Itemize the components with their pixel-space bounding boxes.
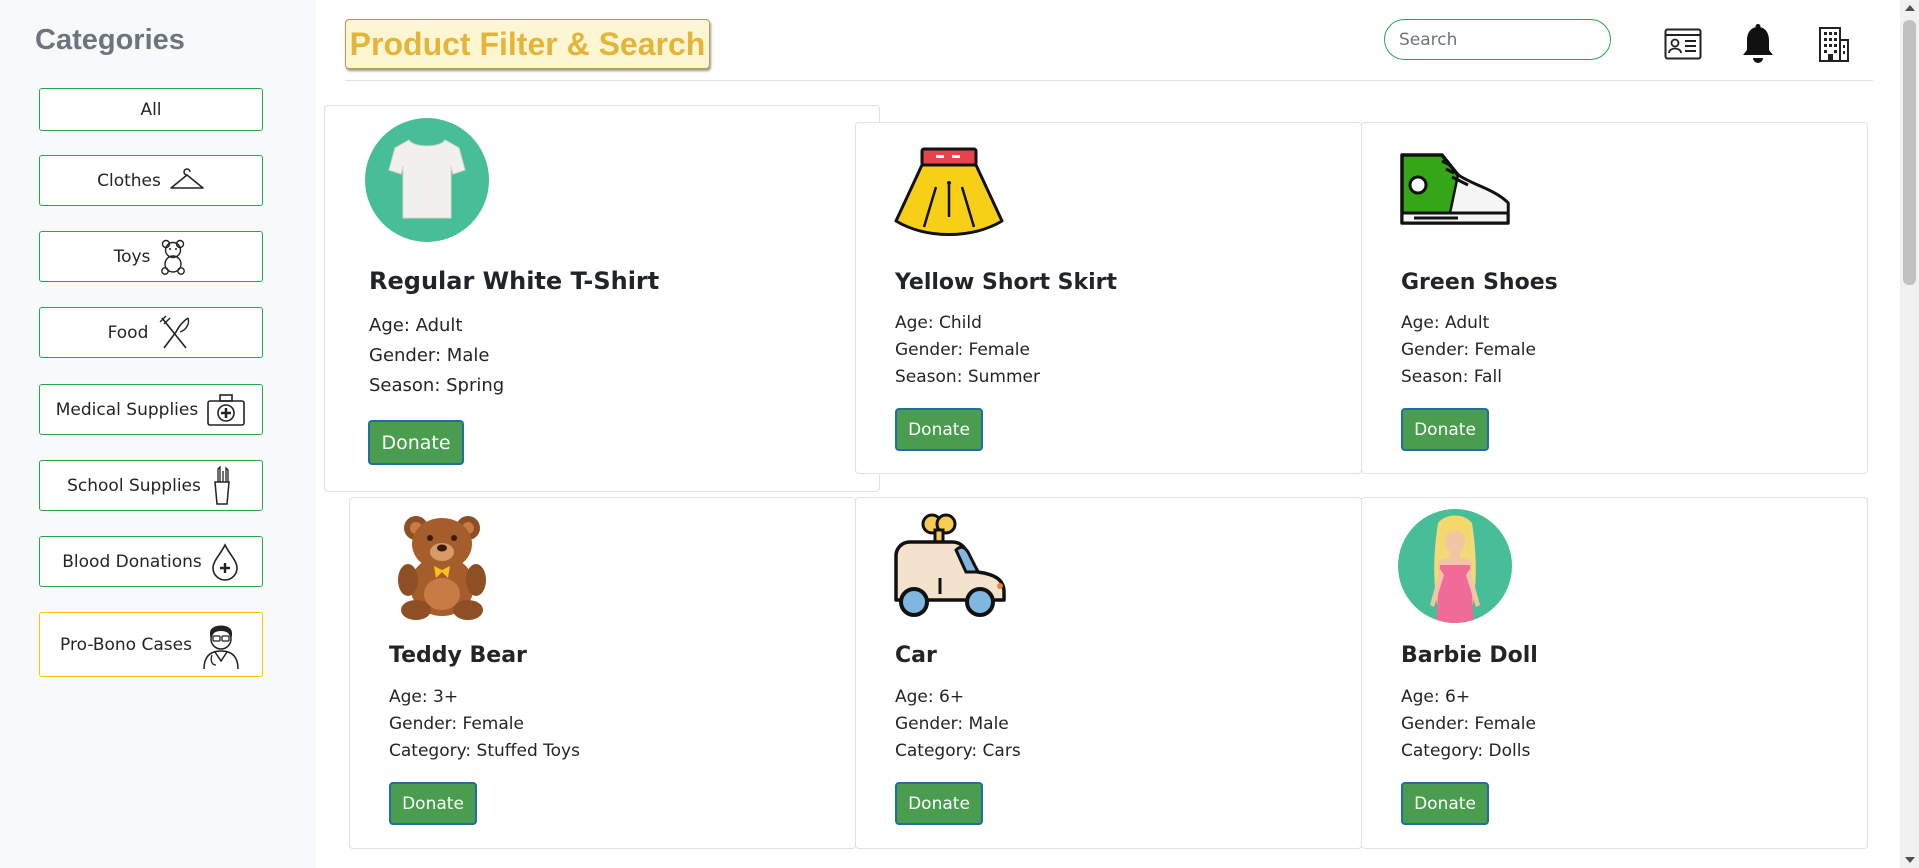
product-name: Green Shoes (1401, 270, 1558, 295)
hanger-icon (169, 166, 205, 196)
product-gender: Gender: Female (895, 340, 1030, 360)
tshirt-image (365, 118, 489, 246)
pencil-cup-icon (209, 465, 235, 506)
donate-button[interactable]: Donate (1401, 782, 1489, 825)
sidebar-title: Categories (35, 24, 185, 56)
scrollbar-thumb[interactable] (1903, 20, 1916, 285)
fork-knife-icon (156, 314, 194, 352)
product-gender: Gender: Female (1401, 340, 1536, 360)
teddy-bear-icon (158, 239, 188, 275)
scroll-down-arrow-icon[interactable] (1905, 857, 1915, 863)
product-card[interactable]: Regular White T-Shirt Age: Adult Gender:… (324, 105, 880, 492)
toy-car-image (892, 510, 1008, 626)
product-name: Teddy Bear (389, 643, 527, 668)
blood-drop-plus-icon (210, 542, 240, 581)
product-category: Category: Dolls (1401, 741, 1531, 761)
category-label: Pro-Bono Cases (60, 634, 192, 655)
category-label: Clothes (97, 170, 161, 191)
category-blood-donations-button[interactable]: Blood Donations (39, 536, 263, 587)
product-season: Season: Summer (895, 367, 1040, 387)
doctor-icon (200, 619, 242, 671)
doll-image (1398, 509, 1512, 627)
product-age: Age: Adult (369, 315, 463, 336)
product-card[interactable]: Green Shoes Age: Adult Gender: Female Se… (1361, 122, 1868, 474)
id-card-icon[interactable] (1661, 22, 1705, 66)
product-name: Regular White T-Shirt (369, 267, 660, 295)
product-age: Age: Adult (1401, 313, 1490, 333)
product-gender: Gender: Female (1401, 714, 1536, 734)
product-gender: Gender: Male (895, 714, 1009, 734)
category-label: Food (107, 322, 149, 343)
product-name: Yellow Short Skirt (895, 270, 1118, 295)
donate-button[interactable]: Donate (895, 408, 983, 451)
category-clothes-button[interactable]: Clothes (39, 155, 263, 206)
category-label: School Supplies (67, 475, 201, 496)
building-icon[interactable] (1812, 22, 1856, 66)
product-age: Age: 3+ (389, 687, 459, 707)
shoe-image (1398, 151, 1512, 237)
product-age: Age: Child (895, 313, 982, 333)
product-name: Car (895, 643, 937, 668)
category-all-button[interactable]: All (39, 88, 263, 131)
donate-button[interactable]: Donate (368, 420, 464, 465)
header-divider (345, 80, 1873, 81)
donate-button[interactable]: Donate (389, 782, 477, 825)
category-label: Medical Supplies (55, 399, 199, 420)
product-season: Season: Spring (369, 375, 505, 396)
category-label: Toys (113, 246, 151, 267)
category-school-supplies-button[interactable]: School Supplies (39, 460, 263, 511)
category-label: Blood Donations (62, 551, 202, 572)
category-food-button[interactable]: Food (39, 307, 263, 358)
brand-title[interactable]: Product Filter & Search (345, 19, 710, 69)
product-age: Age: 6+ (1401, 687, 1471, 707)
product-season: Season: Fall (1401, 367, 1502, 387)
product-gender: Gender: Male (369, 345, 490, 366)
teddy-bear-image (394, 512, 490, 624)
category-pro-bono-cases-button[interactable]: Pro-Bono Cases (39, 612, 263, 677)
category-label: All (140, 99, 162, 120)
bell-icon[interactable] (1736, 22, 1780, 66)
product-age: Age: 6+ (895, 687, 965, 707)
donate-button[interactable]: Donate (895, 782, 983, 825)
category-toys-button[interactable]: Toys (39, 231, 263, 282)
skirt-image (892, 147, 1006, 243)
product-card[interactable]: Car Age: 6+ Gender: Male Category: Cars … (855, 497, 1362, 849)
donate-button[interactable]: Donate (1401, 408, 1489, 451)
scroll-up-arrow-icon[interactable] (1905, 5, 1915, 11)
product-gender: Gender: Female (389, 714, 524, 734)
product-category: Category: Cars (895, 741, 1021, 761)
vertical-scrollbar[interactable] (1900, 0, 1919, 868)
product-category: Category: Stuffed Toys (389, 741, 580, 761)
first-aid-kit-icon (206, 393, 246, 427)
search-input[interactable] (1384, 19, 1611, 60)
product-card[interactable]: Yellow Short Skirt Age: Child Gender: Fe… (855, 122, 1362, 474)
product-card[interactable]: Barbie Doll Age: 6+ Gender: Female Categ… (1361, 497, 1868, 849)
category-medical-supplies-button[interactable]: Medical Supplies (39, 384, 263, 435)
sidebar: Categories All Clothes Toys Food Medical… (0, 0, 316, 868)
product-name: Barbie Doll (1401, 643, 1538, 668)
product-card[interactable]: Teddy Bear Age: 3+ Gender: Female Catego… (349, 497, 856, 849)
